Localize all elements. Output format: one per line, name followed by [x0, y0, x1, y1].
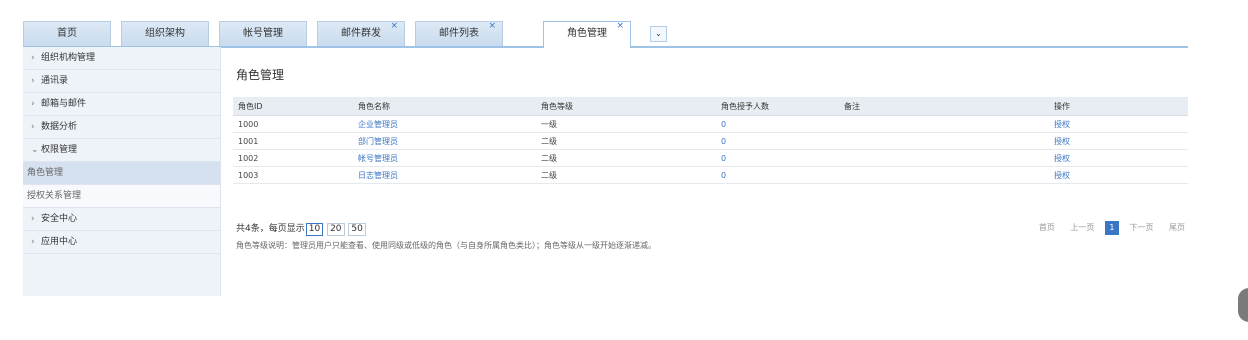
page-size-option[interactable]: 50: [348, 223, 366, 236]
page-size-option[interactable]: 20: [327, 223, 345, 236]
granted-count-link[interactable]: 0: [721, 154, 726, 163]
sidebar-item-label: 数据分析: [41, 122, 78, 132]
sidebar-item-data-analysis[interactable]: › 数据分析: [23, 116, 220, 139]
tab-label: 首页: [57, 28, 77, 39]
sidebar-item-label: 组织机构管理: [41, 53, 96, 63]
column-header-actions: 操作: [1049, 97, 1188, 116]
cell-role-id: 1000: [233, 115, 353, 133]
cell-remark: [839, 166, 1049, 184]
cell-role-level: 二级: [536, 132, 716, 150]
page-container: 首页 组织架构 帐号管理 邮件群发 × 邮件列表 × 角色管理 × ⌄ › 组织机…: [23, 0, 1188, 296]
role-table: 角色ID 角色名称 角色等级 角色授予人数 备注 操作 1000 企业管理员 一…: [233, 97, 1188, 184]
authorize-link[interactable]: 授权: [1054, 154, 1070, 163]
cell-role-id: 1003: [233, 166, 353, 184]
chevron-right-icon: ›: [31, 122, 35, 132]
table-row: 1003 日志管理员 二级 0 授权: [233, 166, 1188, 184]
tab-bar: 首页 组织架构 帐号管理 邮件群发 × 邮件列表 × 角色管理 × ⌄: [23, 21, 1188, 48]
sidebar-item-label: 权限管理: [41, 145, 78, 155]
tab-role-management[interactable]: 角色管理 ×: [543, 21, 631, 48]
column-header-remark: 备注: [839, 97, 1049, 116]
cell-role-level: 二级: [536, 166, 716, 184]
table-row: 1001 部门管理员 二级 0 授权: [233, 132, 1188, 150]
tab-more-dropdown[interactable]: ⌄: [650, 26, 667, 42]
page-title: 角色管理: [236, 68, 285, 82]
record-summary: 共4条，每页显示: [236, 224, 305, 234]
pagination: 首页 上一页 1 下一页 尾页: [1026, 221, 1185, 235]
table-row: 1002 帐号管理员 二级 0 授权: [233, 149, 1188, 167]
authorize-link[interactable]: 授权: [1054, 120, 1070, 129]
sidebar-subitem-authorization-management[interactable]: 授权关系管理: [23, 185, 220, 208]
page-size-selector: 共4条，每页显示 10 20 50: [236, 221, 366, 236]
floating-widget[interactable]: [1238, 288, 1248, 322]
column-header-granted-count: 角色授予人数: [716, 97, 839, 116]
cell-remark: [839, 115, 1049, 133]
sidebar-item-address-book[interactable]: › 通讯录: [23, 70, 220, 93]
tab-label: 邮件群发: [341, 28, 381, 39]
sidebar-item-app-center[interactable]: › 应用中心: [23, 231, 220, 254]
role-name-link[interactable]: 部门管理员: [358, 137, 398, 146]
first-page-button[interactable]: 首页: [1039, 222, 1055, 233]
tab-org-structure[interactable]: 组织架构: [121, 21, 209, 46]
close-icon[interactable]: ×: [390, 20, 398, 32]
sidebar-item-mailbox-mail[interactable]: › 邮箱与邮件: [23, 93, 220, 116]
granted-count-link[interactable]: 0: [721, 171, 726, 180]
chevron-down-icon: ⌄: [31, 145, 39, 155]
authorize-link[interactable]: 授权: [1054, 171, 1070, 180]
sidebar-item-label: 通讯录: [41, 76, 69, 86]
role-name-link[interactable]: 帐号管理员: [358, 154, 398, 163]
close-icon[interactable]: ×: [616, 20, 624, 32]
tab-account-management[interactable]: 帐号管理: [219, 21, 307, 46]
current-page-button[interactable]: 1: [1104, 221, 1119, 235]
table-row: 1000 企业管理员 一级 0 授权: [233, 115, 1188, 133]
sidebar-subitem-role-management[interactable]: 角色管理: [23, 162, 220, 185]
chevron-right-icon: ›: [31, 99, 35, 109]
column-header-role-name: 角色名称: [353, 97, 536, 116]
sidebar-item-label: 授权关系管理: [27, 191, 82, 201]
cell-role-id: 1001: [233, 132, 353, 150]
granted-count-link[interactable]: 0: [721, 137, 726, 146]
tab-label: 邮件列表: [439, 28, 479, 39]
role-name-link[interactable]: 企业管理员: [358, 120, 398, 129]
column-header-role-id: 角色ID: [233, 97, 353, 116]
cell-role-level: 一级: [536, 115, 716, 133]
prev-page-button[interactable]: 上一页: [1070, 222, 1094, 233]
sidebar-item-label: 应用中心: [41, 237, 78, 247]
tab-label: 组织架构: [145, 28, 185, 39]
role-name-link[interactable]: 日志管理员: [358, 171, 398, 180]
tab-home[interactable]: 首页: [23, 21, 111, 46]
page-size-option[interactable]: 10: [305, 223, 324, 236]
table-header-row: 角色ID 角色名称 角色等级 角色授予人数 备注 操作: [233, 97, 1188, 116]
column-header-role-level: 角色等级: [536, 97, 716, 116]
sidebar-item-permission-management[interactable]: ⌄ 权限管理: [23, 139, 220, 162]
chevron-right-icon: ›: [31, 76, 35, 86]
authorize-link[interactable]: 授权: [1054, 137, 1070, 146]
tab-label: 帐号管理: [243, 28, 283, 39]
next-page-button[interactable]: 下一页: [1129, 222, 1153, 233]
sidebar-item-label: 安全中心: [41, 214, 78, 224]
sidebar-item-label: 邮箱与邮件: [41, 99, 87, 109]
tab-label: 角色管理: [567, 28, 607, 39]
main-content: 角色管理 角色ID 角色名称 角色等级 角色授予人数 备注 操作 1000 企业…: [233, 47, 1188, 296]
sidebar-item-security-center[interactable]: › 安全中心: [23, 208, 220, 231]
last-page-button[interactable]: 尾页: [1169, 222, 1185, 233]
chevron-down-icon: ⌄: [655, 29, 662, 38]
chevron-right-icon: ›: [31, 53, 35, 63]
sidebar-item-org-management[interactable]: › 组织机构管理: [23, 47, 220, 70]
cell-role-id: 1002: [233, 149, 353, 167]
close-icon[interactable]: ×: [488, 20, 496, 32]
role-level-note: 角色等级说明：管理员用户只能查看、使用同级或低级的角色（与自身所属角色类比）；角…: [236, 241, 656, 250]
sidebar-item-label: 角色管理: [27, 168, 64, 178]
tab-mass-mail[interactable]: 邮件群发 ×: [317, 21, 405, 46]
chevron-right-icon: ›: [31, 237, 35, 247]
tab-mail-list[interactable]: 邮件列表 ×: [415, 21, 503, 46]
sidebar: › 组织机构管理 › 通讯录 › 邮箱与邮件 › 数据分析 ⌄ 权限管理 角色管理 授权关…: [23, 47, 221, 296]
chevron-right-icon: ›: [31, 214, 35, 224]
cell-remark: [839, 132, 1049, 150]
cell-remark: [839, 149, 1049, 167]
cell-role-level: 二级: [536, 149, 716, 167]
granted-count-link[interactable]: 0: [721, 120, 726, 129]
